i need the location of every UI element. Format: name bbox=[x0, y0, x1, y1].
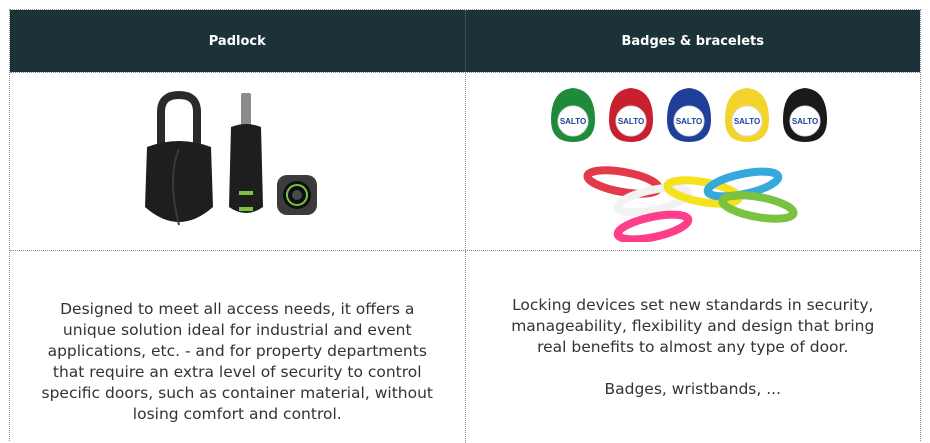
fob-label: SALTO bbox=[560, 117, 586, 126]
badges-bracelets-image: SALTO SALTO SALTO SALTO SALTO bbox=[550, 87, 827, 242]
badge-fob: SALTO bbox=[724, 87, 769, 142]
badges-note: Badges, wristbands, ... bbox=[604, 379, 782, 398]
fob-label: SALTO bbox=[618, 117, 644, 126]
image-row: SALTO SALTO SALTO SALTO SALTO bbox=[10, 72, 920, 250]
badges-description: Locking devices set new standards in sec… bbox=[511, 295, 875, 356]
header-badges-bracelets: Badges & bracelets bbox=[464, 10, 921, 72]
comparison-table: Padlock Badges & bracelets SALTO SALTO S… bbox=[9, 9, 921, 443]
badge-fob: SALTO bbox=[550, 87, 595, 142]
fob-label: SALTO bbox=[792, 117, 818, 126]
badge-fob: SALTO bbox=[782, 87, 827, 142]
bracelet bbox=[718, 190, 798, 223]
header-row: Padlock Badges & bracelets bbox=[10, 10, 920, 72]
fob-label: SALTO bbox=[676, 117, 702, 126]
badge-fob: SALTO bbox=[608, 87, 653, 142]
badge-fob: SALTO bbox=[666, 87, 711, 142]
badges-image-cell: SALTO SALTO SALTO SALTO SALTO bbox=[464, 73, 921, 250]
header-padlock: Padlock bbox=[208, 33, 266, 49]
padlock-description: Designed to meet all access needs, it of… bbox=[41, 300, 433, 423]
description-row: Designed to meet all access needs, it of… bbox=[10, 250, 920, 443]
fob-label: SALTO bbox=[734, 117, 760, 126]
padlock-description-cell: Designed to meet all access needs, it of… bbox=[10, 251, 465, 443]
padlock-image-cell bbox=[10, 73, 465, 250]
badges-description-cell: Locking devices set new standards in sec… bbox=[464, 251, 921, 443]
padlock-product-image bbox=[145, 90, 318, 225]
